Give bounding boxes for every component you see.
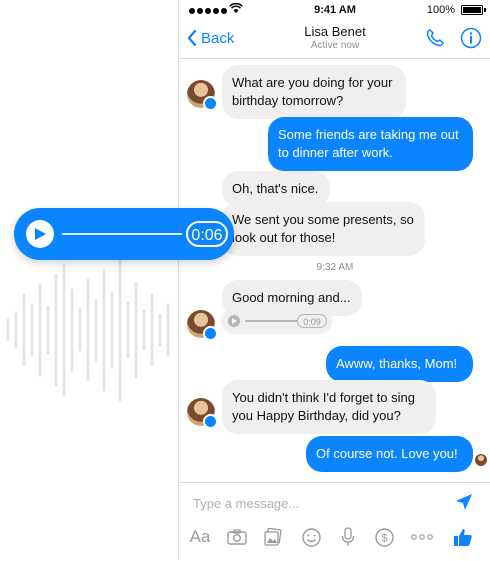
outgoing-message: Some friends are taking me out to dinner… <box>268 117 473 171</box>
svg-text:$: $ <box>381 532 387 544</box>
voice-duration: 0:06 <box>186 221 228 247</box>
message-composer: Aa $ <box>179 482 490 561</box>
messenger-phone: 9:41 AM 100% Back Lisa Benet Active now … <box>178 0 490 561</box>
camera-icon[interactable] <box>225 523 249 551</box>
waveform-graphic <box>6 258 170 402</box>
payment-icon[interactable]: $ <box>372 523 396 551</box>
contact-avatar[interactable] <box>187 310 218 341</box>
play-button[interactable] <box>26 220 54 248</box>
incoming-message: You didn't think I'd forget to sing you … <box>222 380 436 434</box>
play-icon[interactable] <box>228 315 240 327</box>
audio-message[interactable]: 0:09 <box>221 308 332 334</box>
conversation-header: Back Lisa Benet Active now <box>179 20 490 59</box>
audio-duration: 0:09 <box>297 314 327 328</box>
outgoing-message: Of course not. Love you! <box>306 436 473 472</box>
more-icon[interactable] <box>408 523 436 551</box>
audio-progress-track[interactable] <box>245 320 297 322</box>
messenger-badge-icon <box>203 414 218 429</box>
incoming-message: What are you doing for your birthday tom… <box>222 65 406 119</box>
microphone-icon[interactable] <box>336 523 360 551</box>
photos-icon[interactable] <box>261 523 285 551</box>
text-style-button[interactable]: Aa <box>187 523 213 551</box>
battery-icon <box>461 5 483 15</box>
contact-avatar[interactable] <box>187 398 218 429</box>
message-input[interactable] <box>191 495 445 512</box>
send-icon[interactable] <box>455 493 473 511</box>
outgoing-message: Awww, thanks, Mom! <box>326 346 473 382</box>
seen-receipt-avatar <box>475 454 487 466</box>
emoji-icon[interactable] <box>299 523 323 551</box>
play-icon <box>35 228 46 240</box>
like-icon[interactable] <box>451 523 475 551</box>
info-icon[interactable] <box>460 27 482 49</box>
incoming-message: We sent you some presents, so look out f… <box>222 202 425 256</box>
contact-avatar[interactable] <box>187 80 218 111</box>
voice-message-player[interactable]: 0:06 <box>14 208 234 260</box>
phone-call-icon[interactable] <box>425 28 445 48</box>
messenger-badge-icon <box>203 96 218 111</box>
messenger-badge-icon <box>203 326 218 341</box>
message-timestamp: 9:32 AM <box>316 262 354 273</box>
voice-progress-track[interactable] <box>62 233 182 235</box>
status-bar: 9:41 AM 100% <box>179 0 490 20</box>
battery-tip <box>484 8 486 12</box>
battery-percentage: 100% <box>426 4 455 16</box>
composer-toolbar: Aa $ <box>179 523 490 551</box>
